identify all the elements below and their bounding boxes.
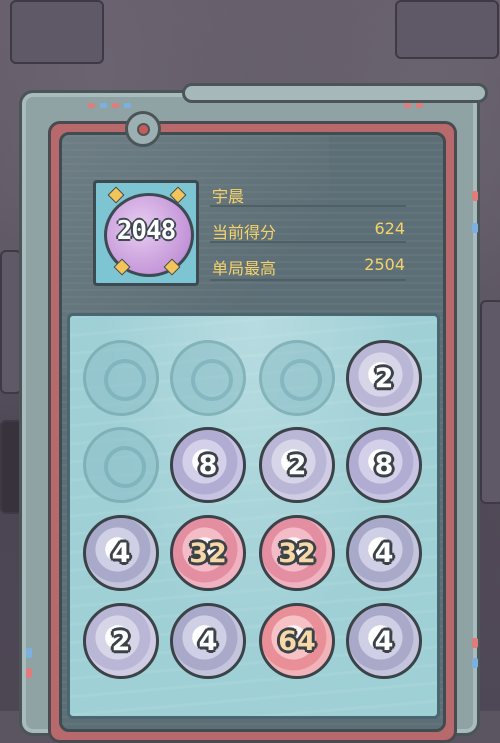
led-indicator [88,103,95,108]
tile-4: 4 [83,515,159,591]
header-divider [210,279,406,281]
best-score-value: 2504 [364,255,405,274]
side-led [26,648,32,658]
tile-value: 32 [189,537,227,569]
current-score-label: 当前得分 [212,223,277,242]
tile-value: 4 [111,537,131,569]
tile-value: 2 [287,449,307,481]
player-name: 宇晨 [212,187,245,206]
tile-4: 4 [170,603,246,679]
led-indicator [124,103,131,108]
game-board[interactable]: 2 8 2 8 4 32 32 4 2 4 64 4 [67,313,440,719]
tile-32: 32 [170,515,246,591]
side-led [472,191,478,201]
tile-32: 32 [259,515,335,591]
player-avatar[interactable]: 2048 [93,180,199,286]
shell-icon [83,340,159,416]
header-divider [210,241,406,243]
tile-8: 8 [346,427,422,503]
shell-icon [170,340,246,416]
tile-empty [83,340,159,416]
tile-value: 4 [198,625,218,657]
avatar-logo-text: 2048 [116,216,177,246]
background-shelf [10,0,104,64]
tile-4: 4 [346,603,422,679]
background-shelf [480,300,500,504]
side-led [472,638,478,648]
header-divider [210,205,406,207]
tile-value: 4 [374,537,394,569]
side-led [472,658,478,668]
tile-2: 2 [346,340,422,416]
tile-value: 32 [278,537,316,569]
led-indicator [404,103,411,108]
tile-2: 2 [83,603,159,679]
side-led [472,223,478,233]
led-indicator [100,103,107,108]
tile-8: 8 [170,427,246,503]
side-led [26,668,32,678]
tile-value: 2 [111,625,131,657]
tile-value: 4 [374,625,394,657]
tile-4: 4 [346,515,422,591]
tile-empty [170,340,246,416]
tile-empty [83,427,159,503]
tile-value: 64 [278,625,316,657]
tile-64: 64 [259,603,335,679]
background-shelf [395,0,499,59]
tile-value: 2 [374,362,394,394]
frame-led-strip [36,99,463,111]
best-score-label: 单局最高 [212,259,277,278]
shell-icon [83,427,159,503]
tile-value: 8 [198,449,218,481]
led-indicator [416,103,423,108]
led-indicator [112,103,119,108]
current-score-value: 624 [374,219,405,238]
tile-value: 8 [374,449,394,481]
tile-2: 2 [259,427,335,503]
shell-icon [259,340,335,416]
tile-empty [259,340,335,416]
frame-knob-icon [125,111,161,147]
